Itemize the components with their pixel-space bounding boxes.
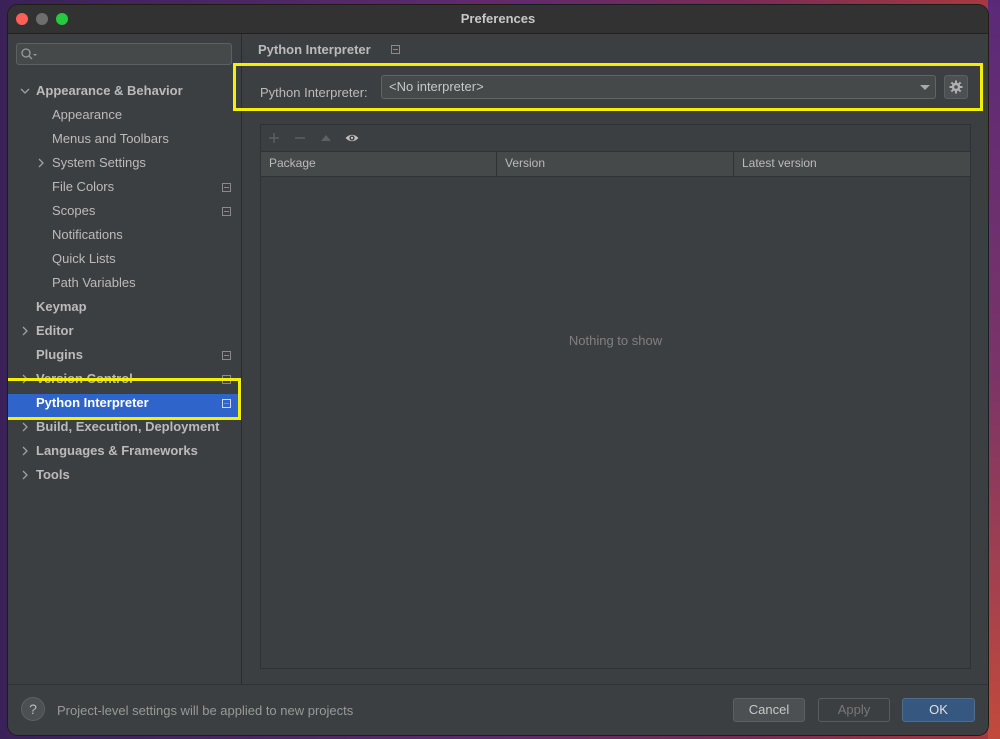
project-scope-icon xyxy=(222,207,231,216)
sidebar-item-label: Plugins xyxy=(36,347,83,362)
apply-button[interactable]: Apply xyxy=(818,698,890,722)
sidebar-item-menus-and-toolbars[interactable]: Menus and Toolbars xyxy=(8,127,241,151)
sidebar-item-label: Editor xyxy=(36,323,74,338)
project-scope-icon xyxy=(222,183,231,192)
packages-panel: Package Version Latest version Nothing t… xyxy=(260,124,971,669)
chevron-right-icon[interactable] xyxy=(20,422,30,432)
sidebar-item-languages-frameworks[interactable]: Languages & Frameworks xyxy=(8,439,241,463)
sidebar-item-editor[interactable]: Editor xyxy=(8,319,241,343)
column-latest-version[interactable]: Latest version xyxy=(742,156,817,170)
project-scope-icon xyxy=(222,375,231,384)
sidebar-item-tools[interactable]: Tools xyxy=(8,463,241,487)
preferences-window: Preferences Appearance & Behavior Appeara… xyxy=(8,5,988,735)
interpreter-settings-button[interactable] xyxy=(944,75,968,99)
sidebar-item-label: Version Control xyxy=(36,371,133,386)
packages-table-header: Package Version Latest version xyxy=(261,151,970,177)
chevron-right-icon[interactable] xyxy=(36,158,46,168)
page-title: Python Interpreter xyxy=(258,42,371,57)
sidebar-item-appearance[interactable]: Appearance xyxy=(8,103,241,127)
sidebar-item-plugins[interactable]: Plugins xyxy=(8,343,241,367)
sidebar-item-label: File Colors xyxy=(52,179,115,194)
chevron-right-icon[interactable] xyxy=(20,326,30,336)
sidebar-item-label: Build, Execution, Deployment xyxy=(36,419,220,434)
add-package-icon[interactable] xyxy=(266,130,282,146)
packages-toolbar xyxy=(261,125,970,151)
project-scope-icon xyxy=(222,399,231,408)
window-title: Preferences xyxy=(460,11,536,26)
chevron-right-icon[interactable] xyxy=(20,470,30,480)
remove-package-icon[interactable] xyxy=(292,130,308,146)
sidebar-item-label: Python Interpreter xyxy=(36,395,149,410)
sidebar-item-label: Keymap xyxy=(36,299,87,314)
chevron-down-icon xyxy=(920,85,930,90)
chevron-right-icon[interactable] xyxy=(20,374,30,384)
sidebar-item-system-settings[interactable]: System Settings xyxy=(8,151,241,175)
sidebar-item-label: Tools xyxy=(36,467,70,482)
upgrade-package-icon[interactable] xyxy=(318,130,334,146)
show-early-releases-eye-icon[interactable] xyxy=(344,130,360,146)
sidebar-item-path-variables[interactable]: Path Variables xyxy=(8,271,241,295)
help-button[interactable]: ? xyxy=(21,697,45,721)
sidebar-item-keymap[interactable]: Keymap xyxy=(8,295,241,319)
sidebar-item-python-interpreter[interactable]: Python Interpreter xyxy=(8,391,241,415)
column-package[interactable]: Package xyxy=(269,156,316,170)
column-version[interactable]: Version xyxy=(505,156,545,170)
title-bar: Preferences xyxy=(8,5,988,34)
column-divider[interactable] xyxy=(496,152,497,176)
sidebar-item-file-colors[interactable]: File Colors xyxy=(8,175,241,199)
cancel-button[interactable]: Cancel xyxy=(733,698,805,722)
sidebar-item-version-control[interactable]: Version Control xyxy=(8,367,241,391)
interpreter-label: Python Interpreter: xyxy=(260,85,368,100)
search-icon xyxy=(21,48,37,60)
interpreter-value: <No interpreter> xyxy=(389,79,484,94)
sidebar-item-label: Notifications xyxy=(52,227,123,242)
ok-button[interactable]: OK xyxy=(902,698,975,722)
sidebar-item-notifications[interactable]: Notifications xyxy=(8,223,241,247)
sidebar-item-label: Quick Lists xyxy=(52,251,116,266)
sidebar-item-label: Scopes xyxy=(52,203,96,218)
gear-icon xyxy=(949,80,963,94)
settings-sidebar: Appearance & Behavior Appearance Menus and… xyxy=(8,34,242,684)
sidebar-item-appearance-behavior[interactable]: Appearance & Behavior xyxy=(8,79,241,103)
project-scope-icon xyxy=(222,351,231,360)
empty-table-message: Nothing to show xyxy=(568,333,663,348)
settings-content: Python Interpreter Python Interpreter: <… xyxy=(242,34,988,684)
chevron-right-icon[interactable] xyxy=(20,446,30,456)
footer-note: Project-level settings will be applied t… xyxy=(57,703,354,718)
sidebar-item-quick-lists[interactable]: Quick Lists xyxy=(8,247,241,271)
chevron-down-icon[interactable] xyxy=(20,86,30,96)
sidebar-item-label: Languages & Frameworks xyxy=(36,443,198,458)
sidebar-item-label: Menus and Toolbars xyxy=(52,131,169,146)
sidebar-item-label: Path Variables xyxy=(52,275,136,290)
dialog-footer: ? Project-level settings will be applied… xyxy=(8,684,988,735)
sidebar-item-label: System Settings xyxy=(52,155,146,170)
interpreter-select[interactable]: <No interpreter> xyxy=(381,75,936,99)
sidebar-item-build-execution-deployment[interactable]: Build, Execution, Deployment xyxy=(8,415,241,439)
sidebar-item-scopes[interactable]: Scopes xyxy=(8,199,241,223)
settings-search-input[interactable] xyxy=(16,43,232,65)
project-scope-icon xyxy=(391,45,400,54)
sidebar-item-label: Appearance xyxy=(52,107,123,122)
sidebar-item-label: Appearance & Behavior xyxy=(36,83,183,98)
column-divider[interactable] xyxy=(733,152,734,176)
desktop-background xyxy=(988,0,1000,739)
